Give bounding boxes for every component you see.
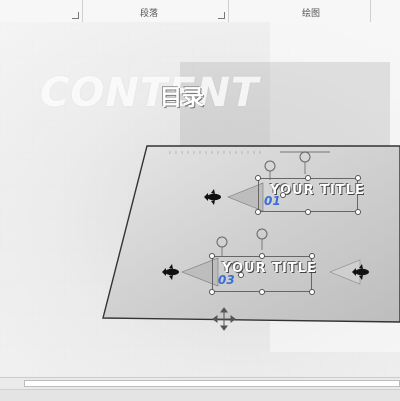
- resize-handle[interactable]: [305, 175, 311, 181]
- ribbon: 段落 绘图: [0, 0, 400, 23]
- scrollbar-thumb[interactable]: [24, 380, 400, 387]
- item-number[interactable]: 01: [264, 194, 281, 208]
- dialog-launcher-icon[interactable]: [72, 12, 79, 19]
- resize-handle[interactable]: [309, 253, 315, 259]
- resize-handle[interactable]: [209, 253, 215, 259]
- resize-handle[interactable]: [209, 289, 215, 295]
- resize-handle[interactable]: [305, 209, 311, 215]
- item-number[interactable]: 03: [218, 273, 235, 287]
- resize-handle[interactable]: [238, 272, 244, 278]
- ribbon-separator: [82, 0, 83, 22]
- resize-handle[interactable]: [309, 289, 315, 295]
- slide-canvas[interactable]: CONTENT 目录 YOUR TITLE 01 YOUR TITLE 03: [0, 22, 400, 377]
- resize-handle[interactable]: [355, 175, 361, 181]
- resize-handle[interactable]: [255, 175, 261, 181]
- ribbon-separator: [228, 0, 229, 22]
- dialog-launcher-icon[interactable]: [218, 12, 225, 19]
- resize-handle[interactable]: [355, 209, 361, 215]
- group-label-paragraph: 段落: [140, 9, 159, 19]
- ribbon-separator: [370, 0, 371, 22]
- group-label-drawing: 绘图: [302, 9, 321, 19]
- resize-handle[interactable]: [280, 192, 286, 198]
- resize-handle[interactable]: [255, 209, 261, 215]
- resize-handle[interactable]: [259, 289, 265, 295]
- status-bar: [0, 389, 400, 401]
- resize-handle[interactable]: [259, 253, 265, 259]
- item-title[interactable]: YOUR TITLE: [222, 261, 317, 276]
